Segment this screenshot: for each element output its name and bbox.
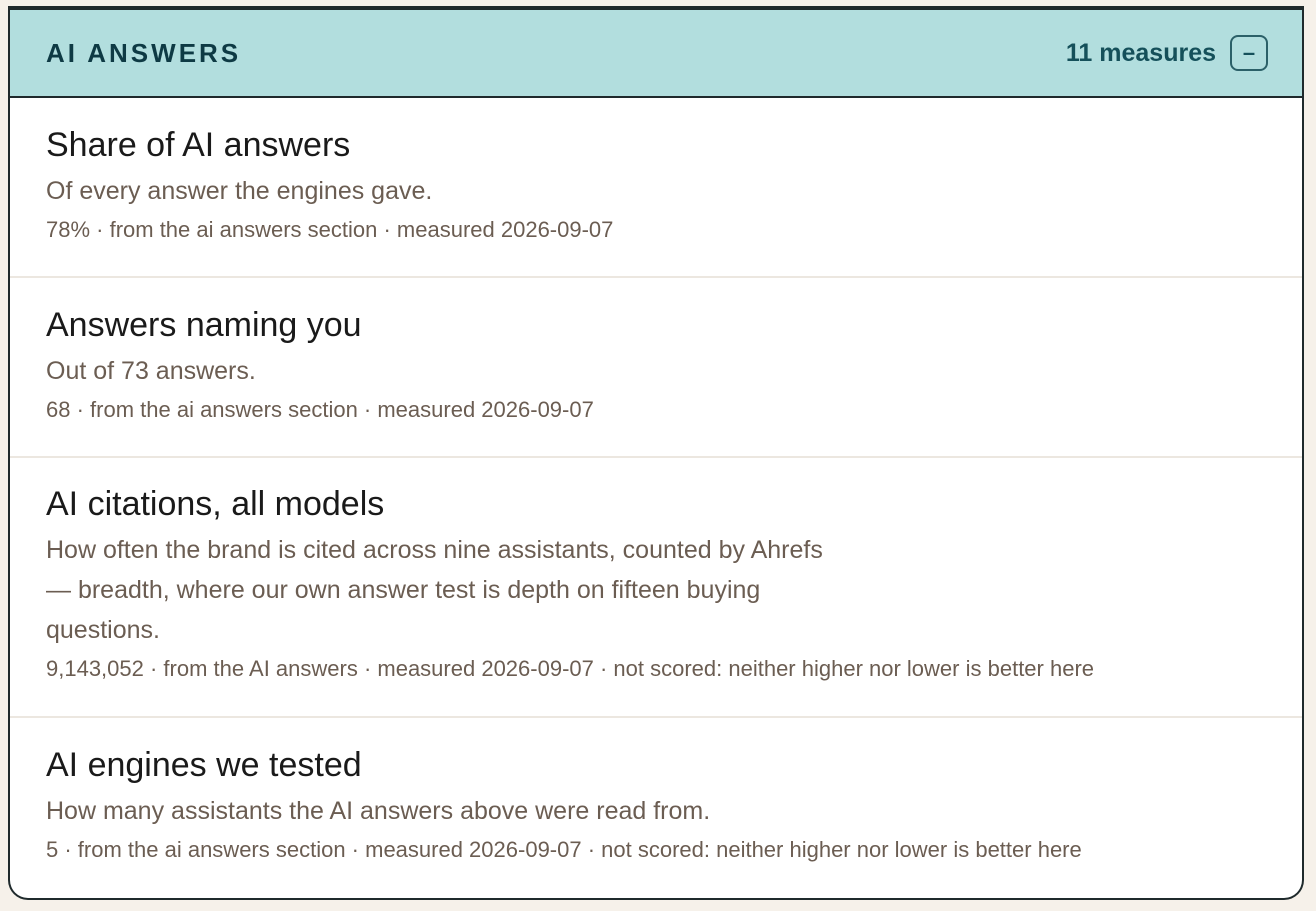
description-line: Out of 73 answers. xyxy=(46,357,256,385)
description-line: How often the brand is cited across nine… xyxy=(46,536,823,564)
description-line: Of every answer the engines gave. xyxy=(46,177,433,205)
measure-description: Of every answer the engines gave. xyxy=(46,171,1266,211)
measure-item: AI engines we tested How many assistants… xyxy=(10,718,1302,896)
description-line: questions. xyxy=(46,616,160,644)
measure-description: Out of 73 answers. xyxy=(46,351,1266,391)
measure-description: How many assistants the AI answers above… xyxy=(46,791,1266,831)
measure-item: AI citations, all models How often the b… xyxy=(10,458,1302,718)
header-right: 11 measures – xyxy=(1066,35,1268,71)
measure-title: AI engines we tested xyxy=(46,746,362,784)
measure-item: Share of AI answers Of every answer the … xyxy=(10,98,1302,278)
measure-title: Answers naming you xyxy=(46,306,362,344)
collapse-button[interactable]: – xyxy=(1230,35,1268,71)
measure-title: Share of AI answers xyxy=(46,126,351,164)
measure-meta: 5 · from the ai answers section · measur… xyxy=(46,837,1082,862)
measure-meta: 78% · from the ai answers section · meas… xyxy=(46,217,614,242)
measure-meta: 9,143,052 · from the AI answers · measur… xyxy=(46,656,1095,681)
section-header[interactable]: AI ANSWERS 11 measures – xyxy=(10,10,1302,98)
description-line: — breadth, where our own answer test is … xyxy=(46,576,761,604)
section-title: AI ANSWERS xyxy=(46,37,242,68)
measure-item: Answers naming you Out of 73 answers. 68… xyxy=(10,278,1302,458)
measure-title: AI citations, all models xyxy=(46,485,385,523)
measure-meta: 68 · from the ai answers section · measu… xyxy=(46,397,594,422)
measure-description: How often the brand is cited across nine… xyxy=(46,530,1266,650)
ai-answers-panel: AI ANSWERS 11 measures – Share of AI ans… xyxy=(8,6,1304,900)
measure-count: 11 measures xyxy=(1065,38,1216,67)
minus-icon: – xyxy=(1242,40,1256,65)
description-line: How many assistants the AI answers above… xyxy=(46,797,711,825)
